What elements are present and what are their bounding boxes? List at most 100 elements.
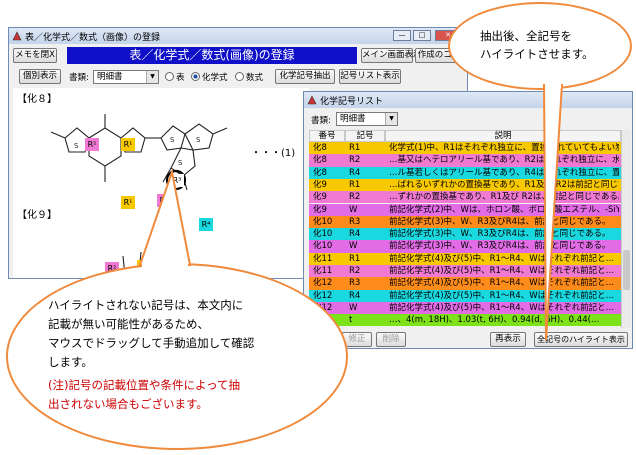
chevron-down-icon: ▼ — [385, 113, 397, 125]
chevron-down-icon: ▼ — [146, 71, 158, 83]
radio-table[interactable]: 表 — [165, 71, 185, 83]
row-description: 化学式(1)中、R1はそれぞれ独立に、置換されていてもよい炭… — [389, 143, 619, 153]
row-symbol: R2 — [349, 192, 361, 203]
svg-text:S: S — [196, 136, 201, 144]
substituent-label[interactable]: R⁴ — [199, 218, 213, 231]
row-description: 前記化学式(4)及び(5)中、R1～R4、Wはそれぞれ前記と… — [389, 253, 615, 264]
symbol-list-titlebar[interactable]: 化学記号リスト — [304, 92, 632, 108]
row-symbol: R1 — [349, 179, 361, 190]
maximize-button[interactable]: □ — [413, 30, 431, 41]
row-symbol: R2 — [349, 266, 361, 276]
svg-text:S: S — [178, 159, 183, 167]
row-number: 化9 — [313, 179, 327, 190]
app-icon — [307, 95, 317, 105]
svg-text:S: S — [170, 136, 175, 144]
callout-bottom: ハイライトされない記号は、本文内に 記載が無い可能性があるため、 マウスでドラッ… — [6, 263, 348, 450]
callout-bottom-line1: ハイライトされない記号は、本文内に — [48, 298, 244, 312]
row-symbol: R4 — [349, 167, 361, 178]
symbol-list-button[interactable]: 記号リスト表示 — [339, 69, 401, 84]
main-screen-button[interactable]: メイン画面表示 — [361, 48, 422, 63]
row-number: 化11 — [313, 253, 333, 264]
window-title: 表／化学式／数式（画像）の登録 — [25, 33, 161, 43]
callout-bottom-note1: (注)記号の記載位置や条件によって抽 — [48, 378, 241, 392]
radio-circle-icon — [165, 72, 174, 81]
row-description: 前記化学式(4)及び(5)中、R1～R4、Wはそれぞれ前記と… — [389, 290, 615, 301]
row-number: 化11 — [313, 266, 333, 276]
row-description: 前記化学式(3)中、W、R3及びR4は、前記と同じである。 — [389, 241, 611, 252]
row-description: …基又はヘテロアリール基であり、R2はそれぞれ独立に、水素原… — [389, 155, 619, 166]
radio-math[interactable]: 数式 — [235, 71, 263, 83]
list-font-select-value: 明細書 — [340, 114, 366, 124]
radio-circle-icon — [235, 72, 244, 81]
app-icon — [12, 31, 22, 41]
row-number: 化8 — [313, 167, 327, 178]
row-symbol: W — [349, 204, 358, 215]
callout-bottom-line4: します。 — [48, 355, 93, 369]
minimize-button[interactable]: — — [393, 30, 411, 41]
symbol-list-window: 化学記号リスト 書類: 明細書 ▼ 番号 記号 説明 化8 R1 化学式(1)中、R… — [303, 91, 633, 349]
callout-bottom-line3: マウスでドラッグして手動追加して確認 — [48, 336, 255, 350]
font-select-value: 明細書 — [97, 72, 123, 82]
callout-top: 抽出後、全記号を ハイライトさせます。 — [448, 2, 632, 90]
column-header[interactable]: 説明 — [385, 130, 621, 142]
chem-extract-button[interactable]: 化学記号抽出 — [275, 69, 335, 84]
row-number: 化10 — [313, 216, 333, 227]
radio-selected-icon — [191, 72, 200, 81]
redisplay-button[interactable]: 再表示 — [490, 332, 526, 347]
delete-button[interactable]: 削除 — [376, 332, 406, 347]
callout-bottom-note2: 出されない場合もございます。 — [48, 397, 208, 411]
row-symbol: R2 — [349, 155, 361, 166]
row-symbol: t — [349, 315, 353, 326]
row-description: 前記化学式(4)及び(5)中、R1～R4、Wはそれぞれ前記と… — [389, 302, 615, 313]
row-number: 化12 — [313, 290, 333, 301]
substituent-label[interactable]: R² — [85, 138, 99, 151]
row-description: 前記化学式(4)及び(5)中、R1～R4、Wはそれぞれ前記と… — [389, 266, 615, 276]
radio-chem[interactable]: 化学式 — [191, 71, 228, 83]
callout-top-pointer — [542, 84, 564, 341]
row-number: 化10 — [313, 241, 333, 252]
font-label: 書類: — [69, 73, 89, 83]
row-description: …ル基若しくはアリール基であり、R4はそれぞれ独立に、置換さ… — [389, 167, 619, 178]
row-description: 前記化学式(2)中、Wは、ホロン酸、ボロン酸エステル、-SiY3… — [389, 204, 619, 215]
row-symbol: R3 — [349, 216, 361, 227]
row-symbol: W — [349, 302, 358, 313]
font-select[interactable]: 明細書 ▼ — [93, 70, 159, 84]
memo-close-button[interactable]: メモを閉X — [13, 48, 57, 63]
row-number: 化12 — [313, 278, 333, 289]
row-description: 前記化学式(3)中、W、R3及びR4は、前記と同じである。 — [389, 229, 611, 240]
substituent-label[interactable]: R¹ — [121, 138, 135, 151]
page-banner: 表／化学式／数式(画像)の登録 — [67, 47, 357, 64]
row-description: …ずれかの置換基であり、R1及び R2は、前記と同じである。 — [389, 192, 619, 203]
separate-display-button[interactable]: 個別表示 — [19, 69, 61, 84]
row-description: …ばれるいずれかの置換基であり、R1及び R2は前記と同じであ… — [389, 179, 619, 190]
row-description: …、4(m, 18H)、1.03(t, 6H)、0.94(d, 6H)、0.44… — [389, 315, 600, 326]
radio-math-label: 数式 — [246, 73, 264, 83]
registration-window-titlebar[interactable]: 表／化学式／数式（画像）の登録 — □ ✕ — [9, 28, 467, 44]
callout-top-line2: ハイライトさせます。 — [480, 47, 594, 61]
row-number: 化10 — [313, 229, 333, 240]
row-number: 化8 — [313, 155, 327, 166]
row-symbol: R4 — [349, 229, 361, 240]
column-header[interactable]: 番号 — [309, 130, 345, 142]
row-symbol: R3 — [349, 278, 361, 289]
list-font-select[interactable]: 明細書 ▼ — [336, 112, 398, 126]
row-number: 化9 — [313, 192, 327, 203]
row-symbol: R4 — [349, 290, 361, 301]
row-description: 前記化学式(4)及び(5)中、R1～R4、Wはそれぞれ前記と… — [389, 278, 615, 289]
options-row: 個別表示 書類: 明細書 ▼ 表 化学式 数式 化学記号抽出 記号リスト表示 — [9, 67, 467, 85]
table-scrollbar[interactable] — [621, 130, 631, 328]
callout-top-line1: 抽出後、全記号を — [480, 29, 572, 43]
radio-table-label: 表 — [176, 73, 185, 83]
row-number: 化9 — [313, 204, 327, 215]
row-number: 化8 — [313, 143, 327, 153]
list-window-title: 化学記号リスト — [320, 97, 384, 107]
row-symbol: W — [349, 241, 358, 252]
list-font-label: 書類: — [311, 116, 331, 126]
row-symbol: R1 — [349, 253, 361, 264]
scrollbar-thumb[interactable] — [623, 250, 630, 290]
row-description: 前記化学式(3)中、W、R3及びR4は、前記と同じである。 — [389, 216, 611, 227]
svg-text:S: S — [74, 142, 79, 150]
column-header[interactable]: 記号 — [345, 130, 385, 142]
callout-bottom-pointer — [138, 168, 192, 267]
row-symbol: R1 — [349, 143, 361, 153]
